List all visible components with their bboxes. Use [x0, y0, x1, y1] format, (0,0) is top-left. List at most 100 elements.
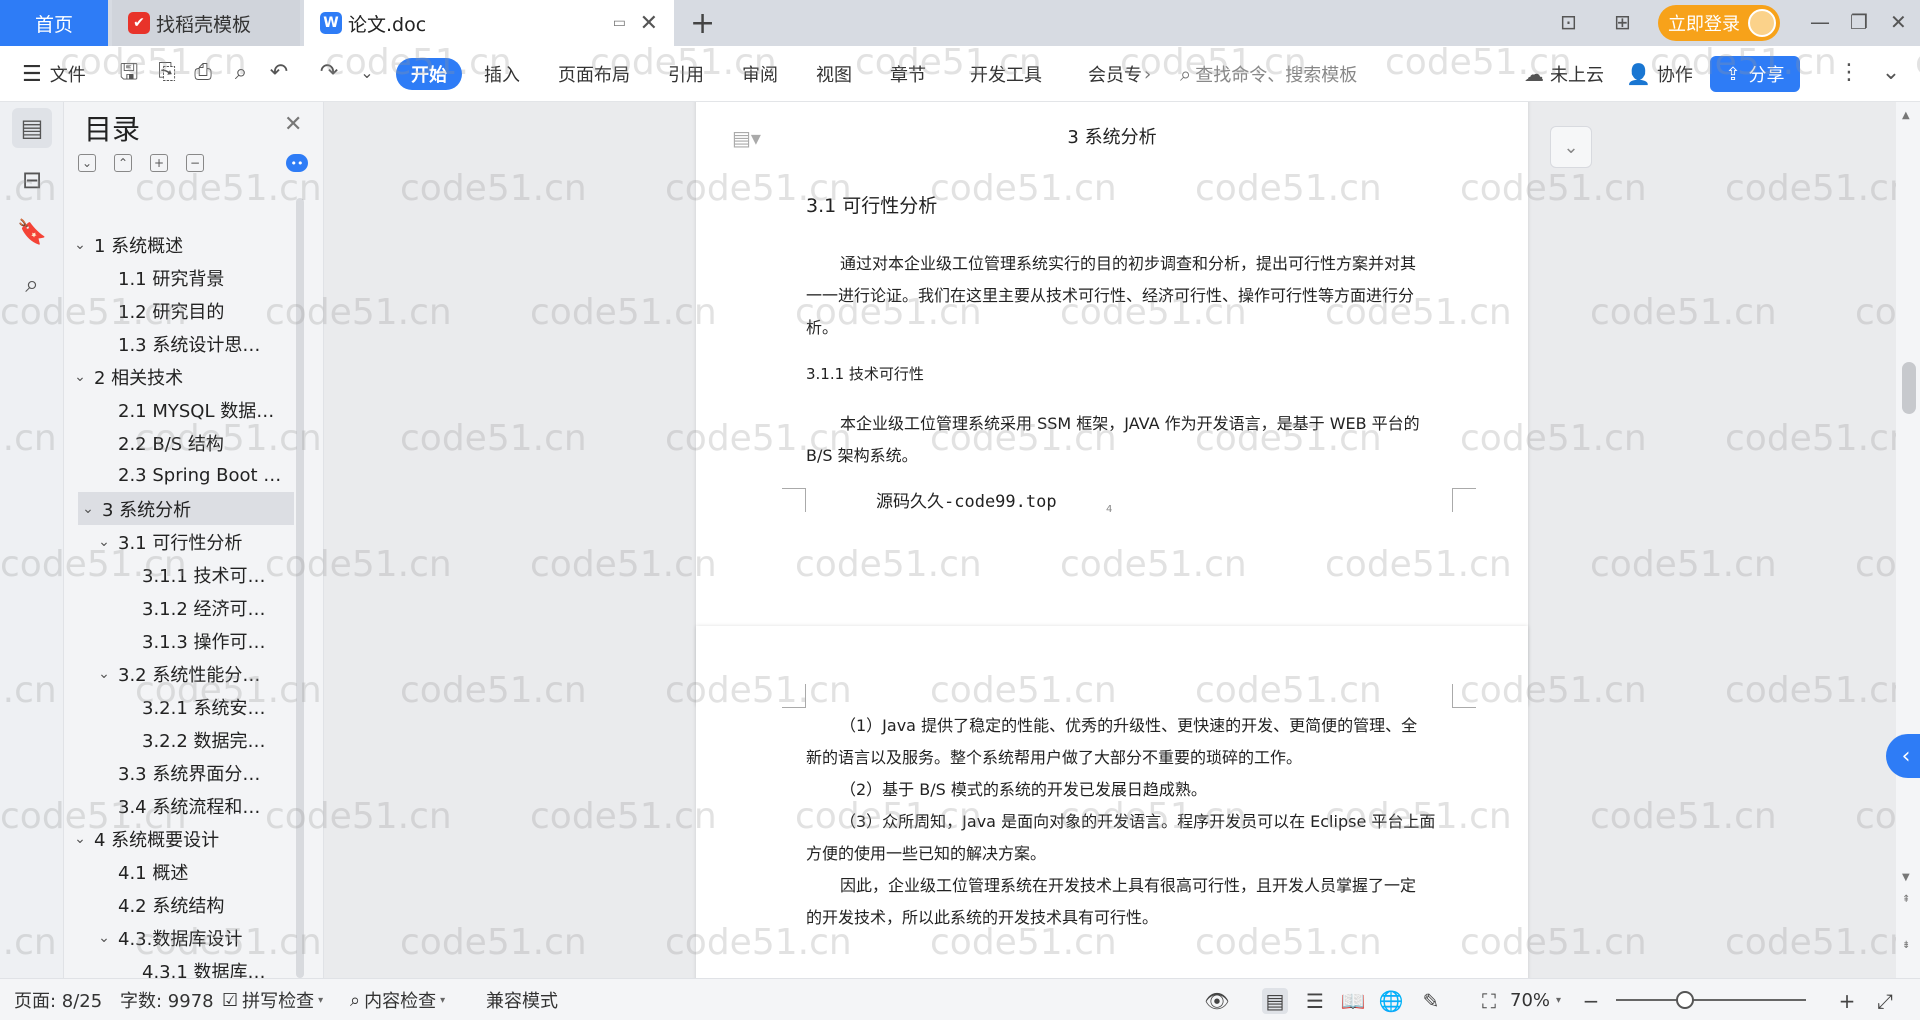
tab-document[interactable]: W 论文.doc ▭ ✕	[304, 0, 674, 46]
outline-item[interactable]: ⌄ 1 系统概述	[64, 228, 294, 261]
eye-protection-icon[interactable]: 👁	[1204, 988, 1230, 1014]
tab-template[interactable]: ✔ 找稻壳模板	[112, 0, 300, 46]
page-indicator[interactable]: 页面: 8/25	[14, 979, 102, 1020]
chevron-down-icon[interactable]: ⌄	[94, 666, 114, 682]
find-icon[interactable]: ⌕	[12, 264, 52, 304]
undo-icon[interactable]: ↶	[266, 60, 292, 86]
chevron-down-icon[interactable]: ⌄	[94, 534, 114, 550]
outline-item[interactable]: 3.1.2 经济可…	[64, 591, 294, 624]
outline-item[interactable]: 3.2.2 数据完…	[64, 723, 294, 756]
menu-member[interactable]: 会员专 ›	[1088, 46, 1151, 102]
word-count[interactable]: 字数: 9978	[120, 979, 214, 1020]
outline-item[interactable]: 1.3 系统设计思…	[64, 327, 294, 360]
outline-item[interactable]: 2.3 Spring Boot …	[64, 459, 294, 492]
collapse-all-icon[interactable]: ⌃	[114, 154, 132, 172]
next-page-icon[interactable]: ⇟	[1902, 940, 1910, 951]
collapse-panel-icon[interactable]: ⌄	[1550, 126, 1592, 168]
outline-view-icon[interactable]: ☰	[1302, 988, 1328, 1014]
menu-chapter[interactable]: 章节	[890, 46, 926, 102]
outline-item[interactable]: 4.2 系统结构	[64, 888, 294, 921]
zoom-slider-handle[interactable]	[1676, 991, 1694, 1009]
remove-heading-icon[interactable]: −	[186, 154, 204, 172]
outline-item[interactable]: 1.2 研究目的	[64, 294, 294, 327]
cloud-status[interactable]: ☁ 未上云	[1524, 46, 1604, 102]
print-icon[interactable]: ⎙	[190, 60, 216, 86]
chevron-down-icon[interactable]: ⌄	[70, 831, 90, 847]
zoom-out-icon[interactable]: −	[1578, 988, 1604, 1014]
menu-references[interactable]: 引用	[668, 46, 704, 102]
document-page[interactable]: （1）Java 提供了稳定的性能、优秀的升级性、更快速的开发、更简便的管理、全 …	[696, 626, 1528, 978]
menu-insert[interactable]: 插入	[484, 46, 520, 102]
vertical-scrollbar[interactable]: ▲ ▼ ⇞ ⇟	[1896, 102, 1920, 978]
outline-item[interactable]: ⌄ 3 系统分析	[78, 492, 294, 525]
more-options-icon[interactable]: ⋮	[1836, 60, 1862, 86]
outline-item[interactable]: ⌄ 3.1 可行性分析	[64, 525, 294, 558]
file-menu[interactable]: ☰ 文件	[22, 46, 86, 102]
menu-page-layout[interactable]: 页面布局	[558, 46, 630, 102]
save-icon[interactable]: 🖫	[116, 60, 142, 86]
page-view-icon[interactable]: ▤	[1262, 988, 1288, 1014]
document-page[interactable]: ▤▾ 3 系统分析 3.1 可行性分析 通过对本企业级工位管理系统实行的目的初步…	[696, 102, 1528, 706]
command-search[interactable]: ⌕ 查找命令、搜索模板	[1180, 46, 1357, 102]
ai-assistant-icon[interactable]: ••	[286, 154, 308, 172]
collaborate-button[interactable]: 👤 协作	[1626, 46, 1693, 102]
bookmark-icon[interactable]: 🔖	[12, 212, 52, 252]
scroll-up-icon[interactable]: ▲	[1902, 110, 1910, 121]
outline-item[interactable]: ⌄ 4 系统概要设计	[64, 822, 294, 855]
redo-icon[interactable]: ↷	[316, 60, 342, 86]
window-mode-icon[interactable]: ▭	[613, 15, 626, 31]
outline-item[interactable]: ⌄ 2 相关技术	[64, 360, 294, 393]
chevron-down-icon[interactable]: ⌄	[78, 501, 98, 517]
expand-all-icon[interactable]: ⌄	[78, 154, 96, 172]
new-tab-button[interactable]: +	[690, 6, 715, 41]
chapter-nav-icon[interactable]: ⊟	[12, 160, 52, 200]
zoom-select[interactable]: 70% ▾	[1510, 979, 1561, 1020]
layout-icon[interactable]: ⊡	[1560, 10, 1577, 34]
zoom-in-icon[interactable]: +	[1834, 988, 1860, 1014]
close-outline-icon[interactable]: ✕	[284, 112, 302, 137]
outline-item[interactable]: 4.3.1 数据库…	[64, 954, 294, 979]
menu-view[interactable]: 视图	[816, 46, 852, 102]
outline-item[interactable]: 3.3 系统界面分…	[64, 756, 294, 789]
write-mode-icon[interactable]: ✎	[1418, 988, 1444, 1014]
web-view-icon[interactable]: 🌐	[1378, 988, 1404, 1014]
close-tab-icon[interactable]: ✕	[640, 11, 658, 36]
chevron-down-icon[interactable]: ⌄	[70, 369, 90, 385]
collapse-ribbon-icon[interactable]: ⌄	[1878, 60, 1904, 86]
print-preview-icon[interactable]: ⌕	[228, 60, 254, 86]
chevron-down-icon[interactable]: ⌄	[70, 237, 90, 253]
prev-page-icon[interactable]: ⇞	[1902, 894, 1910, 905]
close-window-icon[interactable]: ✕	[1890, 10, 1907, 34]
outline-icon[interactable]: ▤	[12, 108, 52, 148]
outline-item[interactable]: 3.1.1 技术可…	[64, 558, 294, 591]
zoom-slider[interactable]	[1616, 999, 1806, 1001]
chevron-down-icon[interactable]: ⌄	[94, 930, 114, 946]
outline-item[interactable]: 2.1 MYSQL 数据…	[64, 393, 294, 426]
document-canvas[interactable]: ▤▾ 3 系统分析 3.1 可行性分析 通过对本企业级工位管理系统实行的目的初步…	[324, 102, 1896, 978]
apps-grid-icon[interactable]: ⊞	[1614, 10, 1631, 34]
content-check[interactable]: ⌕ 内容检查 ▾	[350, 979, 445, 1020]
add-heading-icon[interactable]: +	[150, 154, 168, 172]
fit-page-icon[interactable]: ⛶	[1476, 988, 1502, 1014]
outline-item[interactable]: 3.1.3 操作可…	[64, 624, 294, 657]
scroll-down-icon[interactable]: ▼	[1902, 872, 1910, 883]
fullscreen-icon[interactable]: ⤢	[1872, 988, 1898, 1014]
chevron-down-icon[interactable]: ⌄	[354, 60, 380, 86]
outline-item[interactable]: 1.1 研究背景	[64, 261, 294, 294]
menu-dev-tools[interactable]: 开发工具	[970, 46, 1042, 102]
restore-icon[interactable]: ❐	[1850, 10, 1868, 34]
minimize-icon[interactable]: —	[1810, 10, 1830, 34]
login-button[interactable]: 立即登录	[1658, 5, 1780, 41]
menu-start[interactable]: 开始	[396, 58, 462, 90]
menu-review[interactable]: 审阅	[742, 46, 778, 102]
outline-item[interactable]: ⌄ 4.3.数据库设计	[64, 921, 294, 954]
tab-home[interactable]: 首页	[0, 0, 108, 46]
outline-item[interactable]: 3.4 系统流程和…	[64, 789, 294, 822]
outline-scrollbar[interactable]	[296, 198, 304, 978]
outline-item[interactable]: 3.2.1 系统安…	[64, 690, 294, 723]
export-icon[interactable]: ⎘	[154, 60, 180, 86]
spellcheck-toggle[interactable]: ☑ 拼写检查 ▾	[222, 979, 323, 1020]
outline-item[interactable]: ⌄ 3.2 系统性能分…	[64, 657, 294, 690]
share-button[interactable]: ⇪ 分享	[1710, 56, 1800, 92]
scrollbar-thumb[interactable]	[1902, 362, 1916, 414]
